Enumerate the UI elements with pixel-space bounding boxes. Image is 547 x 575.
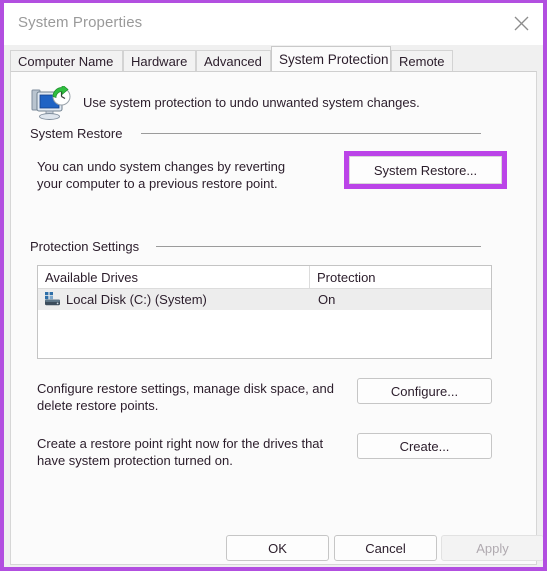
- create-description-line1: Create a restore point right now for the…: [37, 436, 324, 451]
- tab-remote[interactable]: Remote: [391, 50, 453, 71]
- protection-settings-group-rule: [156, 246, 481, 247]
- ok-button[interactable]: OK: [226, 535, 329, 561]
- tab-label: Remote: [399, 53, 445, 69]
- title-bar: System Properties: [4, 3, 543, 45]
- ok-button-label: OK: [268, 540, 287, 556]
- configure-description-line2: delete restore points.: [37, 398, 159, 413]
- intro-description: Use system protection to undo unwanted s…: [83, 95, 420, 110]
- configure-description: Configure restore settings, manage disk …: [37, 380, 334, 414]
- close-icon[interactable]: [499, 3, 543, 44]
- system-properties-window: System Properties Computer Name Hardware…: [0, 0, 547, 571]
- column-header-protection[interactable]: Protection: [310, 266, 491, 288]
- tab-label: Hardware: [131, 53, 188, 69]
- apply-button-label: Apply: [476, 540, 509, 556]
- system-protection-icon: [30, 83, 74, 124]
- system-restore-description-line2: your computer to a previous restore poin…: [37, 176, 278, 191]
- system-restore-description: You can undo system changes by reverting…: [37, 158, 285, 192]
- configure-button[interactable]: Configure...: [357, 378, 492, 404]
- hard-drive-icon: [44, 292, 61, 307]
- cell-drive-name: Local Disk (C:) (System): [38, 289, 310, 310]
- create-description-line2: have system protection turned on.: [37, 453, 233, 468]
- create-description: Create a restore point right now for the…: [37, 435, 323, 469]
- tab-label: Computer Name: [18, 53, 114, 69]
- drive-name-label: Local Disk (C:) (System): [66, 292, 207, 307]
- window-title: System Properties: [18, 14, 143, 31]
- system-restore-group-rule: [141, 133, 481, 134]
- available-drives-table[interactable]: Available Drives Protection Local Disk (…: [37, 265, 492, 359]
- configure-description-line1: Configure restore settings, manage disk …: [37, 381, 335, 396]
- create-button-label: Create...: [399, 438, 450, 454]
- tab-computer-name[interactable]: Computer Name: [10, 50, 123, 71]
- table-row[interactable]: Local Disk (C:) (System) On: [38, 289, 491, 310]
- tab-advanced[interactable]: Advanced: [196, 50, 271, 71]
- cell-protection-status: On: [318, 292, 336, 307]
- configure-button-label: Configure...: [390, 383, 459, 399]
- create-button[interactable]: Create...: [357, 433, 492, 459]
- column-header-available-drives[interactable]: Available Drives: [38, 266, 310, 288]
- system-protection-panel: Use system protection to undo unwanted s…: [10, 71, 537, 565]
- protection-settings-group-label: Protection Settings: [30, 239, 148, 254]
- system-restore-highlight-box: System Restore...: [344, 151, 507, 189]
- system-restore-button-label: System Restore...: [373, 162, 478, 178]
- system-restore-group-label: System Restore: [30, 126, 131, 141]
- tab-label: Advanced: [204, 53, 262, 69]
- tab-strip: Computer Name Hardware Advanced System P…: [4, 45, 543, 71]
- dialog-footer: OK Cancel Apply: [4, 524, 543, 567]
- system-restore-button[interactable]: System Restore...: [349, 156, 502, 184]
- system-restore-description-line1: You can undo system changes by reverting: [37, 159, 286, 174]
- tab-system-protection[interactable]: System Protection: [271, 46, 391, 71]
- tab-hardware[interactable]: Hardware: [123, 50, 196, 71]
- cancel-button-label: Cancel: [365, 540, 406, 556]
- cancel-button[interactable]: Cancel: [334, 535, 437, 561]
- apply-button[interactable]: Apply: [441, 535, 543, 561]
- table-header-row: Available Drives Protection: [38, 266, 491, 289]
- tab-label: System Protection: [279, 51, 389, 67]
